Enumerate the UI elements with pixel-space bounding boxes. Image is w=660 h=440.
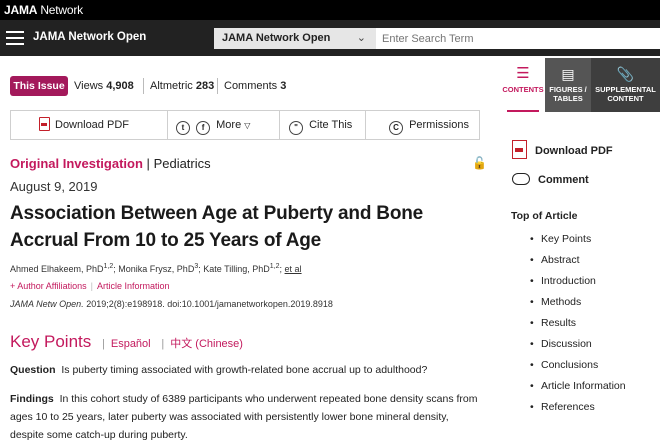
toc-item-article-information[interactable]: Article Information (530, 379, 626, 400)
journal-select[interactable]: JAMA Network Open ⌄ (214, 28, 376, 49)
author-link[interactable]: Ahmed Elhakeem, PhD1,2 (10, 263, 113, 274)
toc-title: Top of Article (511, 210, 578, 222)
views-stat: Views 4,908 (74, 80, 134, 92)
site-header: JAMA Network Open JAMA Network Open ⌄ (0, 20, 660, 56)
jama-network-logo[interactable]: JAMA Network (4, 3, 83, 17)
chevron-down-icon: ⌄ (356, 32, 366, 44)
article-category-line: Original Investigation | Pediatrics (10, 156, 211, 171)
article-information-link[interactable]: Article Information (97, 281, 170, 291)
toc-item-methods[interactable]: Methods (530, 295, 626, 316)
toc-item-conclusions[interactable]: Conclusions (530, 358, 626, 379)
top-network-bar: JAMA Network (0, 0, 660, 20)
toc-item-introduction[interactable]: Introduction (530, 274, 626, 295)
article-stats: This Issue Views 4,908 Altmetric 283 Com… (10, 76, 480, 96)
toc-item-references[interactable]: References (530, 400, 626, 421)
publish-date: August 9, 2019 (10, 179, 98, 194)
menu-icon[interactable] (6, 31, 24, 45)
author-link[interactable]: Kate Tilling, PhD1,2 (203, 263, 279, 274)
tab-contents[interactable]: ☰ CONTENTS (501, 58, 545, 112)
spanish-link[interactable]: Español (111, 338, 151, 350)
quote-icon: " (289, 121, 303, 135)
twitter-icon[interactable]: t (176, 121, 190, 135)
search-input[interactable] (376, 28, 660, 49)
sidebar-download-pdf[interactable]: Download PDF (512, 140, 613, 159)
article-type: Original Investigation (10, 156, 143, 171)
toc-item-abstract[interactable]: Abstract (530, 253, 626, 274)
pdf-icon (512, 140, 527, 159)
copyright-icon: C (389, 121, 403, 135)
open-access-lock-icon: 🔓 (472, 156, 487, 170)
author-link[interactable]: Monika Frysz, PhD3 (118, 263, 198, 274)
caret-down-icon: ▽ (244, 121, 251, 130)
affiliations-links: + Author Affiliations | Article Informatio… (10, 281, 170, 291)
journal-name[interactable]: JAMA Network Open (33, 31, 146, 43)
comment-icon (512, 173, 530, 185)
citation-line: JAMA Netw Open. 2019;2(8):e198918. doi:1… (10, 299, 333, 309)
article-category[interactable]: Pediatrics (154, 156, 211, 171)
comments-stat[interactable]: Comments 3 (224, 80, 286, 92)
pdf-icon (39, 117, 50, 131)
download-pdf-button[interactable]: Download PDF (39, 111, 129, 139)
sidebar-comment[interactable]: Comment (512, 173, 589, 186)
table-of-contents: Key Points Abstract Introduction Methods… (530, 232, 626, 421)
paperclip-icon: 📎 (616, 66, 635, 82)
toc-item-discussion[interactable]: Discussion (530, 337, 626, 358)
key-points-heading: Key Points | Español | 中文 (Chinese) (10, 332, 243, 351)
key-points-question: Question Is puberty timing associated wi… (10, 364, 428, 376)
altmetric-stat[interactable]: Altmetric 283 (150, 80, 214, 92)
sidebar-tabs: ☰ CONTENTS ▤ FIGURES / TABLES 📎 SUPPLEMEN… (501, 58, 660, 112)
author-list: Ahmed Elhakeem, PhD1,2; Monika Frysz, Ph… (10, 263, 302, 274)
chart-icon: ▤ (561, 66, 575, 82)
cite-this-button[interactable]: " Cite This (289, 111, 352, 139)
facebook-icon[interactable]: f (196, 121, 211, 135)
more-share-button[interactable]: t f More ▽ (176, 111, 250, 139)
toc-item-results[interactable]: Results (530, 316, 626, 337)
tab-supplemental-content[interactable]: 📎 SUPPLEMENTAL CONTENT (591, 58, 660, 112)
permissions-button[interactable]: C Permissions (389, 111, 469, 139)
author-affiliations-toggle[interactable]: + Author Affiliations (10, 281, 87, 291)
key-points-findings: Findings In this cohort study of 6389 pa… (10, 393, 478, 440)
toc-item-key-points[interactable]: Key Points (530, 232, 626, 253)
et-al-link[interactable]: et al (285, 264, 302, 274)
page-title: Association Between Age at Puberty and B… (10, 203, 423, 251)
article-toolbar: Download PDF t f More ▽ " Cite This C Pe… (10, 110, 480, 140)
tab-figures-tables[interactable]: ▤ FIGURES / TABLES (545, 58, 591, 112)
this-issue-button[interactable]: This Issue (10, 76, 68, 96)
list-icon: ☰ (516, 65, 530, 82)
chinese-link[interactable]: 中文 (Chinese) (170, 338, 243, 350)
